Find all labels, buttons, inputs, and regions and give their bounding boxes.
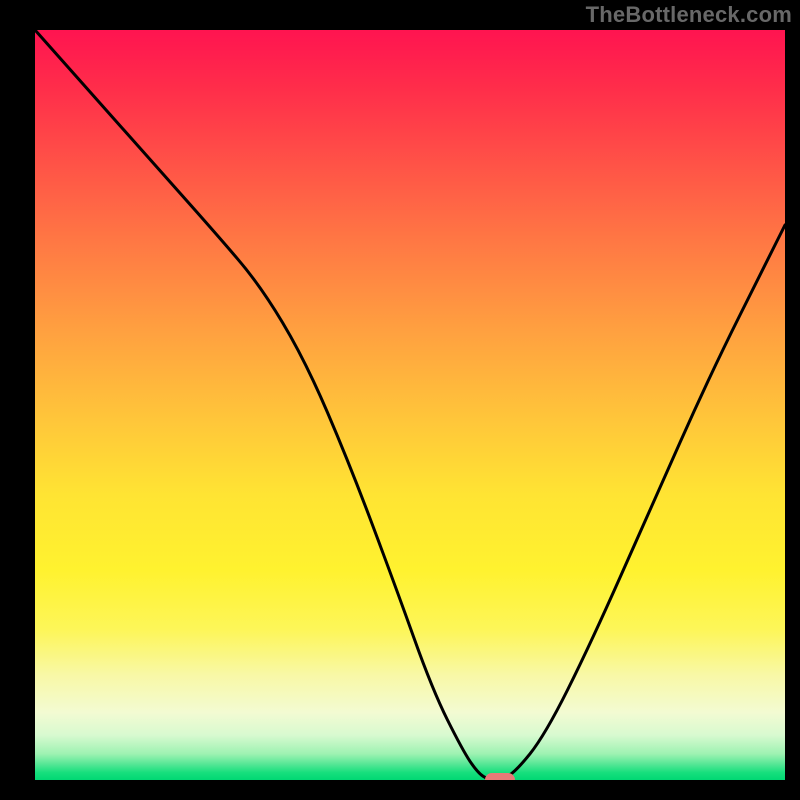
optimal-point-marker bbox=[485, 773, 515, 780]
curve-path bbox=[35, 30, 785, 780]
watermark-text: TheBottleneck.com bbox=[586, 2, 792, 28]
bottleneck-curve bbox=[35, 30, 785, 780]
chart-frame: TheBottleneck.com bbox=[0, 0, 800, 800]
plot-area bbox=[35, 30, 785, 780]
